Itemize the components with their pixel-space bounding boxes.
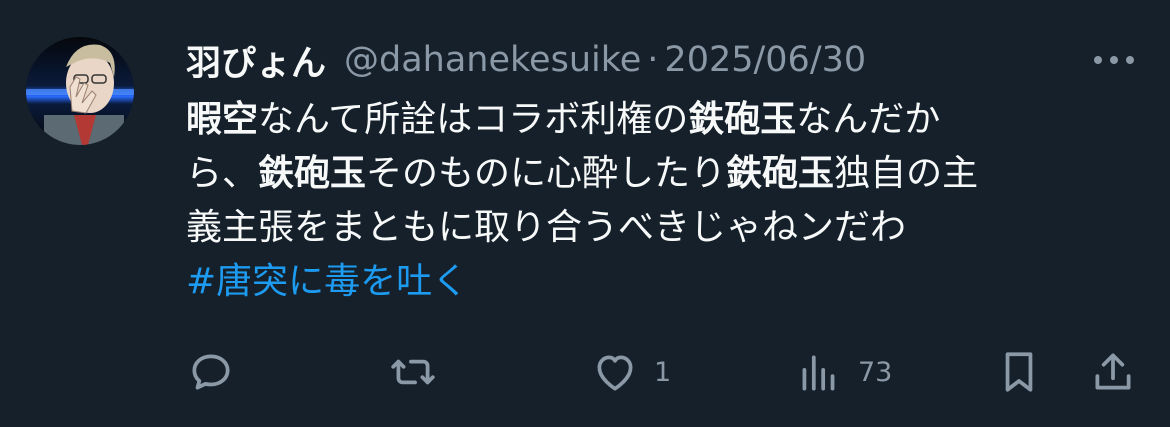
- views-icon: [802, 355, 835, 391]
- tweet-text-bold: 鉄砲玉: [726, 153, 835, 194]
- tweet[interactable]: 羽ぴょん @dahanekesuike · 2025/06/30 暇空なんて所詮…: [0, 0, 1170, 427]
- tweet-text-segment: ら、: [186, 153, 259, 194]
- tweet-text-line: 義主張をまともに取り合うべきじゃねンだわ: [186, 201, 1146, 255]
- share-icon: [1095, 353, 1131, 390]
- action-bar: 1 73: [0, 342, 1170, 402]
- tweet-text-line: 暇空なんて所詮はコラボ利権の鉄砲玉なんだか: [186, 93, 1146, 147]
- reply-icon: [192, 354, 230, 390]
- more-options-button[interactable]: [1088, 48, 1140, 72]
- bookmark-icon: [1005, 352, 1033, 392]
- like-button[interactable]: 1: [590, 342, 671, 402]
- hashtag-link[interactable]: #唐突に毒を吐く: [186, 261, 468, 302]
- tweet-text-segment: 独自の主: [834, 153, 979, 194]
- tweet-text-segment: なんて所詮はコラボ利権の: [258, 99, 689, 140]
- tweet-header: 羽ぴょん @dahanekesuike · 2025/06/30: [186, 34, 866, 86]
- views-count: 73: [858, 356, 893, 388]
- more-icon: [1094, 56, 1134, 64]
- display-name[interactable]: 羽ぴょん: [186, 35, 326, 86]
- tweet-text-bold: 暇空: [186, 99, 259, 140]
- tweet-text-segment: そのものに心酔したり: [366, 153, 727, 194]
- tweet-text-segment: 義主張をまともに取り合うべきじゃねンだわ: [186, 207, 907, 248]
- avatar-image: [26, 37, 134, 145]
- like-count: 1: [654, 356, 672, 388]
- avatar[interactable]: [26, 37, 134, 145]
- share-button[interactable]: [1088, 342, 1138, 402]
- user-handle[interactable]: @dahanekesuike: [344, 40, 641, 80]
- retweet-icon: [391, 359, 435, 385]
- header-separator: ·: [647, 40, 659, 80]
- bookmark-button[interactable]: [994, 342, 1044, 402]
- tweet-text-bold: 鉄砲玉: [688, 99, 797, 140]
- tweet-text-segment: なんだか: [796, 99, 941, 140]
- tweet-text: 暇空なんて所詮はコラボ利権の鉄砲玉なんだか ら、鉄砲玉そのものに心酔したり鉄砲玉…: [186, 93, 1146, 309]
- views-button[interactable]: 73: [794, 342, 892, 402]
- tweet-text-line: ら、鉄砲玉そのものに心酔したり鉄砲玉独自の主: [186, 147, 1146, 201]
- tweet-date[interactable]: 2025/06/30: [664, 40, 866, 80]
- tweet-text-bold: 鉄砲玉: [258, 153, 367, 194]
- reply-button[interactable]: [186, 342, 236, 402]
- heart-icon: [597, 355, 633, 391]
- retweet-button[interactable]: [388, 342, 438, 402]
- tweet-text-line: #唐突に毒を吐く: [186, 255, 1146, 309]
